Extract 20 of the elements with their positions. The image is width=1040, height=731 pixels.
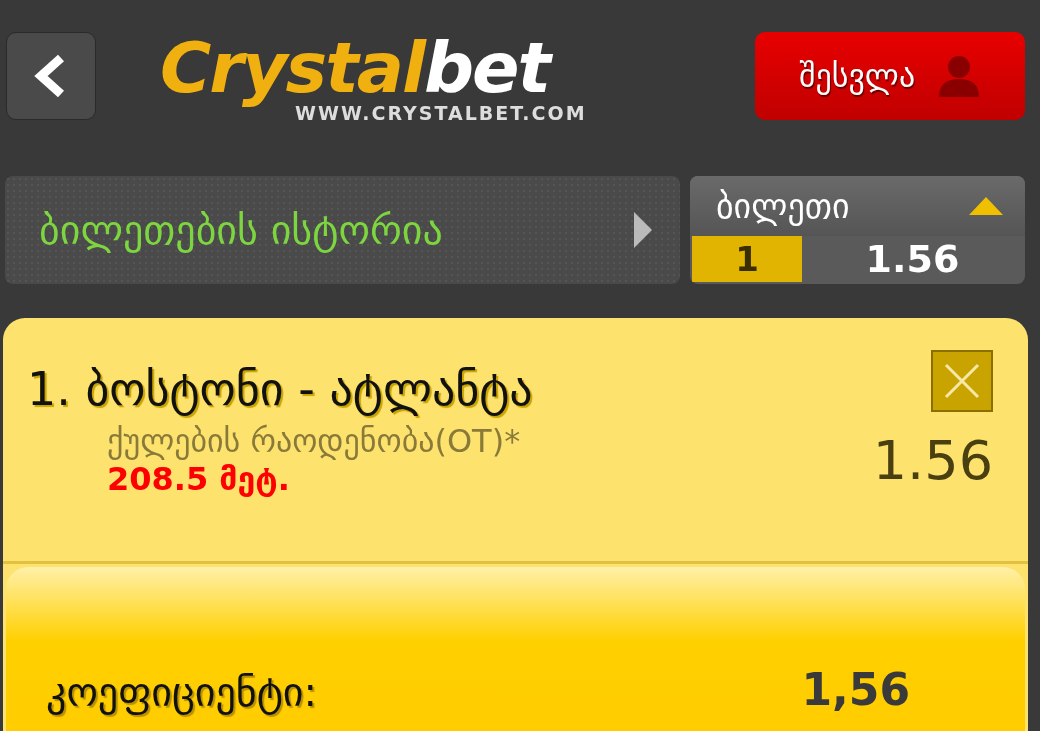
ticket-panel[interactable]: ბილეთი 1 1.56	[690, 176, 1025, 284]
history-label: ბილეთების ისტორია	[39, 207, 443, 253]
caret-icon[interactable]	[969, 197, 1003, 215]
market-label: ქულების რაოდენობა(OT)*	[107, 422, 521, 460]
pick-label: 208.5 მეტ.	[107, 460, 291, 498]
total-label: კოეფიციენტი:	[46, 669, 317, 715]
arrow-icon	[634, 212, 652, 248]
close-button[interactable]	[931, 350, 993, 412]
back-button[interactable]	[6, 32, 96, 120]
bet-odds: 1.56	[872, 428, 993, 492]
logo-url: WWW.CRYSTALBET.COM	[295, 102, 587, 124]
history-link[interactable]: ბილეთების ისტორია	[5, 176, 680, 284]
user-icon	[937, 55, 982, 97]
match-title: 1. ბოსტონი - ატლანტა	[27, 362, 533, 416]
ticket-odds: 1.56	[864, 236, 961, 282]
ticket-label: ბილეთი	[716, 186, 850, 226]
ticket-count: 1	[692, 236, 802, 282]
login-button[interactable]: შესვლა	[755, 32, 1025, 120]
total-odds: 1,56	[801, 664, 910, 715]
close-icon	[942, 361, 982, 401]
